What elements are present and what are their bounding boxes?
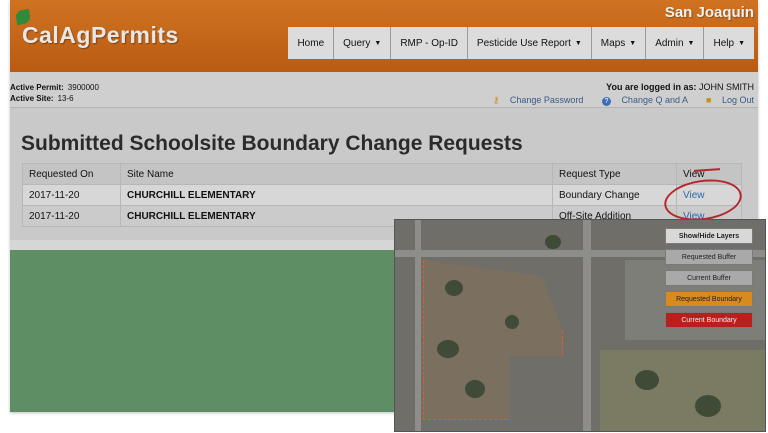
nav-admin[interactable]: Admin ▼: [645, 27, 704, 59]
change-password-label: Change Password: [509, 95, 584, 105]
session-info-bar: Active Permit: 3900000 Active Site: 13-6 Y…: [10, 72, 758, 108]
map-road: [583, 220, 591, 431]
nav-help-label: Help: [713, 37, 735, 49]
nav-pesticide-use-report[interactable]: Pesticide Use Report ▼: [466, 27, 591, 59]
map-tree: [635, 370, 659, 390]
cell-date: 2017-11-20: [22, 205, 121, 227]
nav-rmp-opid[interactable]: RMP - Op-ID: [390, 27, 467, 59]
logout-link[interactable]: ■ Log Out: [698, 95, 754, 105]
nav-home-label: Home: [297, 37, 325, 49]
cell-date: 2017-11-20: [22, 184, 121, 206]
map-tree: [505, 315, 519, 329]
col-requested-on: Requested On: [22, 163, 121, 185]
table-row: 2017-11-20 CHURCHILL ELEMENTARY Boundary…: [22, 184, 742, 206]
county-name: San Joaquin: [664, 4, 754, 21]
help-icon: ?: [601, 97, 611, 106]
current-buffer-toggle[interactable]: Current Buffer: [665, 270, 753, 286]
logged-in-label: You are logged in as:: [606, 82, 697, 92]
map-preview[interactable]: Show/Hide Layers Requested Buffer Curren…: [394, 219, 766, 432]
col-site-name: Site Name: [120, 163, 553, 185]
show-hide-layers-button[interactable]: Show/Hide Layers: [665, 228, 753, 244]
requested-boundary-toggle[interactable]: Requested Boundary: [665, 291, 753, 307]
table-header-row: Requested On Site Name Request Type View: [22, 163, 742, 185]
cell-site: CHURCHILL ELEMENTARY: [120, 184, 553, 206]
user-name: JOHN SMITH: [699, 82, 754, 92]
main-nav: Home Query ▼ RMP - Op-ID Pesticide Use Re…: [288, 27, 754, 59]
nav-query[interactable]: Query ▼: [333, 27, 391, 59]
map-area: [600, 350, 765, 431]
cell-type: Boundary Change: [552, 184, 677, 206]
nav-admin-label: Admin: [655, 37, 684, 49]
page-title: Submitted Schoolsite Boundary Change Req…: [21, 132, 523, 155]
chevron-down-icon: ▼: [574, 39, 582, 47]
nav-maps[interactable]: Maps ▼: [590, 27, 646, 59]
map-tree: [437, 340, 459, 358]
requested-buffer-toggle[interactable]: Requested Buffer: [665, 249, 753, 265]
current-boundary-toggle[interactable]: Current Boundary: [665, 312, 753, 328]
map-tree: [695, 395, 721, 417]
logout-label: Log Out: [721, 95, 754, 105]
change-qa-label: Change Q and A: [621, 95, 688, 105]
nav-help[interactable]: Help ▼: [703, 27, 754, 59]
site-value: 13-6: [57, 94, 74, 103]
chevron-down-icon: ▼: [374, 39, 382, 47]
change-password-link[interactable]: ⚷ Change Password: [485, 95, 584, 105]
chevron-down-icon: ▼: [738, 39, 745, 47]
chevron-down-icon: ▼: [687, 39, 695, 47]
nav-rmp-label: RMP - Op-ID: [400, 37, 458, 49]
map-road: [415, 220, 421, 431]
map-tree: [545, 235, 561, 249]
permit-label: Active Permit:: [10, 83, 64, 92]
site-label: Active Site:: [10, 94, 54, 103]
nav-query-label: Query: [343, 37, 371, 49]
requests-table: Requested On Site Name Request Type View…: [22, 163, 742, 227]
key-icon: ⚷: [492, 95, 500, 105]
chevron-down-icon: ▼: [629, 39, 637, 47]
nav-pur-label: Pesticide Use Report: [476, 37, 571, 49]
permit-value: 3900000: [67, 83, 99, 92]
app-logo[interactable]: CalAgPermits: [22, 22, 179, 49]
nav-home[interactable]: Home: [288, 27, 334, 59]
user-info: You are logged in as: JOHN SMITH ⚷ Chang…: [477, 81, 754, 107]
layer-panel: Show/Hide Layers Requested Buffer Curren…: [665, 228, 753, 333]
map-tree: [445, 280, 463, 296]
header-bar: CalAgPermits San Joaquin Home Query ▼ RMP…: [10, 0, 758, 72]
nav-maps-label: Maps: [600, 37, 626, 49]
lock-icon: ■: [706, 95, 712, 105]
col-request-type: Request Type: [552, 163, 677, 185]
map-tree: [465, 380, 485, 398]
active-permit-info: Active Permit: 3900000 Active Site: 13-6: [10, 82, 99, 104]
change-qa-link[interactable]: ? Change Q and A: [594, 95, 688, 106]
